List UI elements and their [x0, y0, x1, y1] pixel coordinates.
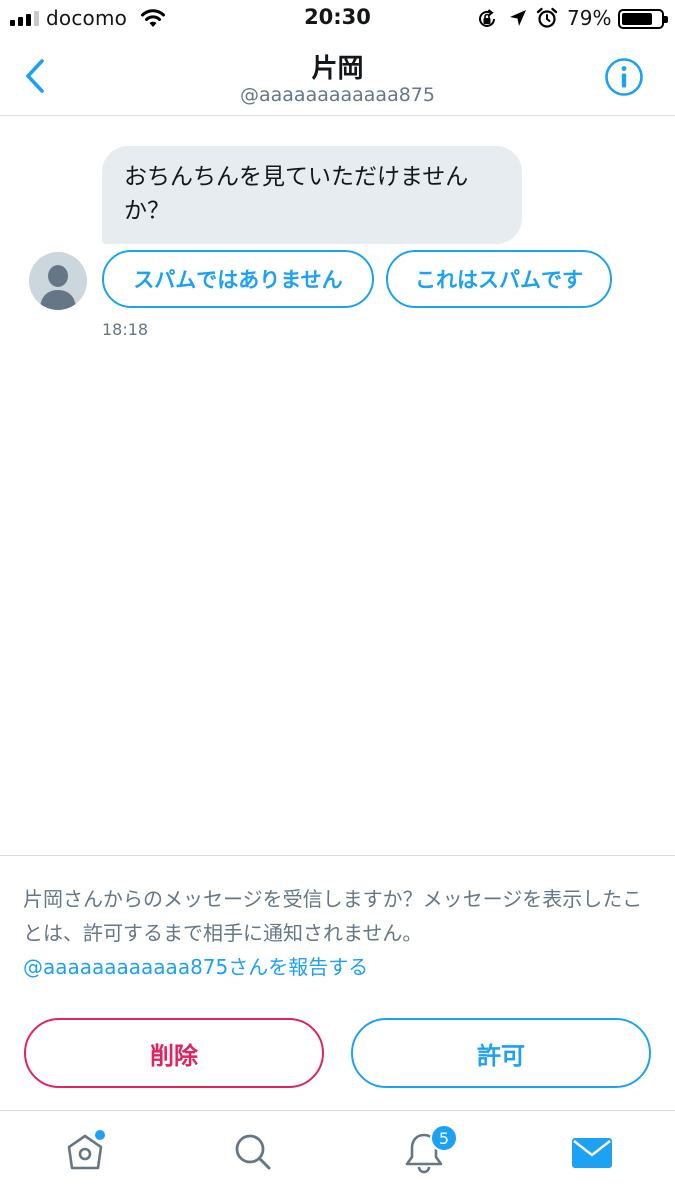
message-bubble: おちんちんを見ていただけませんか？	[102, 146, 522, 244]
battery-percent: 79%	[567, 6, 612, 30]
new-tweets-dot	[95, 1130, 105, 1140]
tab-bar: 5	[0, 1112, 675, 1200]
location-icon	[510, 10, 526, 26]
notification-badge: 5	[430, 1124, 458, 1152]
message-timestamp: 18:18	[102, 320, 149, 339]
battery-icon	[618, 9, 668, 29]
report-spam-button[interactable]: これはスパムです	[386, 250, 612, 308]
request-notice: 片岡さんからのメッセージを受信しますか？メッセージを表示したことは、許可するまで…	[23, 887, 643, 945]
messages-icon[interactable]	[570, 1130, 614, 1174]
status-bar: docomo 20:30 79%	[0, 0, 675, 38]
report-user-link[interactable]: @aaaaaaaaaaaa875さんを報告する	[23, 950, 368, 984]
search-icon[interactable]	[231, 1130, 275, 1174]
conversation-header: 片岡 @aaaaaaaaaaaa875	[0, 38, 675, 116]
delete-button[interactable]: 削除	[24, 1018, 324, 1088]
allow-button[interactable]: 許可	[351, 1018, 651, 1088]
conversation-handle: @aaaaaaaaaaaa875	[240, 84, 435, 106]
info-icon[interactable]	[604, 57, 644, 97]
conversation-title: 片岡	[311, 54, 364, 84]
alarm-icon	[536, 7, 558, 28]
default-avatar-icon	[29, 252, 87, 310]
not-spam-button[interactable]: スパムではありません	[102, 250, 374, 308]
avatar[interactable]	[29, 252, 87, 310]
message-request-panel: 片岡さんからのメッセージを受信しますか？メッセージを表示したことは、許可するまで…	[0, 855, 675, 1111]
orientation-lock-icon	[479, 9, 495, 27]
